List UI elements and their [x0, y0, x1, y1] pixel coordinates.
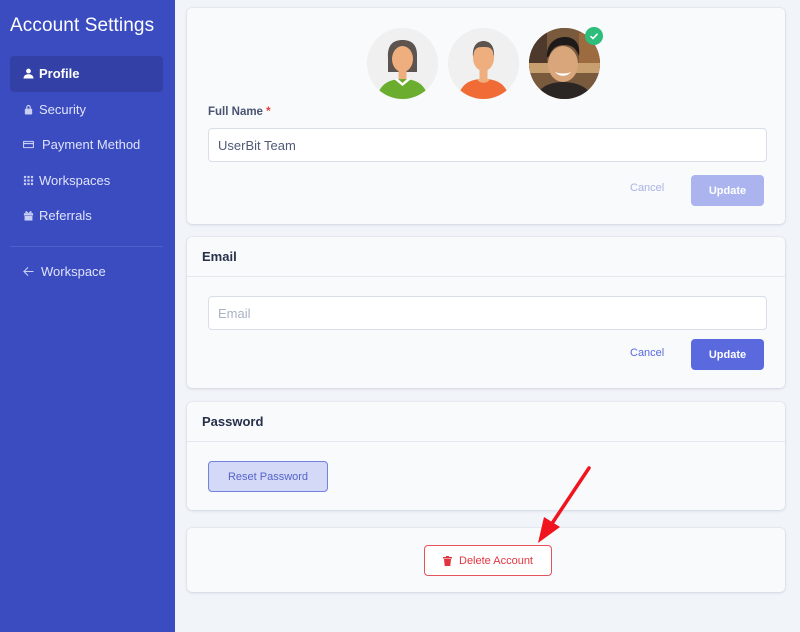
full-name-input[interactable] — [208, 128, 767, 162]
avatar-option-male[interactable] — [448, 28, 519, 99]
avatar-picker — [367, 27, 603, 99]
sidebar-item-referrals[interactable]: Referrals — [10, 198, 163, 234]
sidebar-item-profile[interactable]: Profile — [10, 56, 163, 92]
password-card: Password Reset Password — [187, 402, 785, 510]
female-avatar-icon — [367, 28, 438, 99]
profile-cancel-button[interactable]: Cancel — [630, 182, 664, 194]
full-name-label: Full Name * — [208, 106, 271, 118]
delete-account-label: Delete Account — [459, 554, 533, 567]
sidebar-item-label: Workspaces — [39, 172, 111, 188]
sidebar-item-security[interactable]: Security — [10, 92, 163, 128]
sidebar-title: Account Settings — [10, 15, 155, 36]
sidebar-item-workspaces[interactable]: Workspaces — [10, 163, 163, 199]
email-card-title: Email — [187, 237, 785, 277]
sidebar-item-back-to-workspace[interactable]: Workspace — [10, 254, 163, 290]
profile-update-button[interactable]: Update — [691, 175, 764, 206]
selected-check-icon — [585, 27, 603, 45]
grid-icon — [22, 174, 34, 186]
sidebar-nav: Profile Security Payment Method Workspac… — [10, 56, 163, 234]
sidebar-item-label: Payment Method — [42, 137, 141, 153]
required-mark: * — [266, 106, 271, 118]
email-cancel-button[interactable]: Cancel — [630, 347, 664, 359]
sidebar-item-label: Security — [39, 101, 86, 117]
sidebar-item-label: Workspace — [41, 264, 106, 280]
trash-icon — [443, 555, 452, 566]
reset-password-button[interactable]: Reset Password — [208, 461, 328, 492]
email-input[interactable] — [208, 296, 767, 330]
lock-icon — [22, 103, 34, 115]
sidebar: Account Settings Profile Security Paymen… — [0, 0, 175, 632]
sidebar-item-label: Profile — [39, 66, 80, 82]
gift-icon — [22, 210, 34, 222]
email-update-button[interactable]: Update — [691, 339, 764, 370]
user-icon — [22, 68, 34, 80]
sidebar-divider — [10, 246, 163, 247]
sidebar-item-payment-method[interactable]: Payment Method — [10, 127, 163, 163]
delete-account-button[interactable]: Delete Account — [424, 545, 552, 576]
password-card-title: Password — [187, 402, 785, 442]
credit-card-icon — [22, 139, 34, 151]
email-card: Email Cancel Update — [187, 237, 785, 388]
male-avatar-icon — [448, 28, 519, 99]
danger-zone-card: Delete Account — [187, 528, 785, 592]
sidebar-item-label: Referrals — [39, 208, 92, 224]
profile-card: Full Name * Cancel Update — [187, 8, 785, 224]
arrow-left-icon — [22, 266, 34, 278]
avatar-option-female[interactable] — [367, 28, 438, 99]
